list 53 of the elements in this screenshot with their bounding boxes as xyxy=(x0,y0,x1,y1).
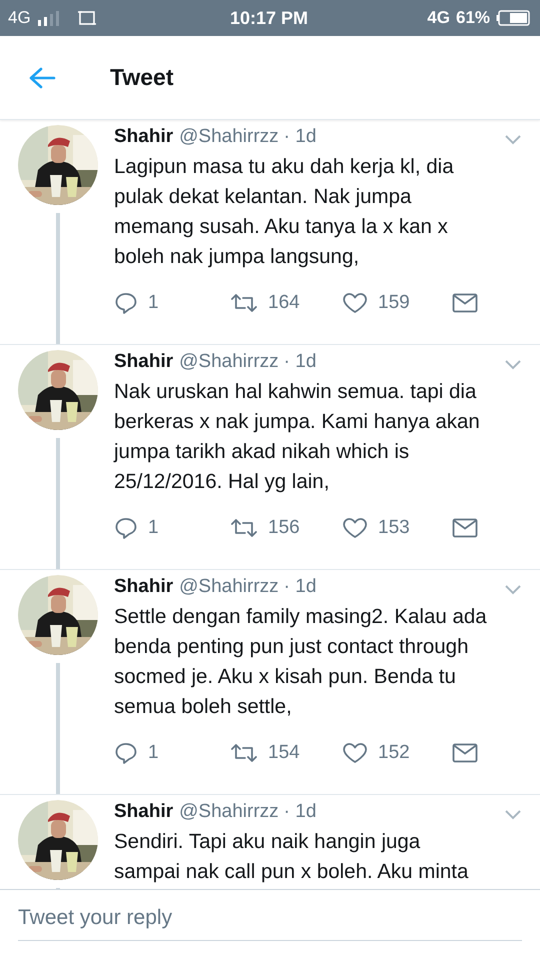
envelope-icon xyxy=(452,518,478,538)
speech-bubble-icon xyxy=(114,516,138,540)
user-name: Shahir xyxy=(114,576,174,598)
user-handle: @Shahirrzz xyxy=(179,576,279,598)
retweet-button[interactable]: 164 xyxy=(230,292,342,314)
tweet-time: · 1d xyxy=(284,126,316,148)
reply-button[interactable]: 1 xyxy=(114,516,230,540)
message-button[interactable] xyxy=(452,518,478,538)
user-name: Shahir xyxy=(114,126,174,148)
message-button[interactable] xyxy=(452,743,478,763)
chevron-icon[interactable] xyxy=(504,584,522,595)
tweet-text: Sendiri. Tapi aku naik hangin juga sampai nak call pun x boleh. Aku minta xyxy=(114,829,470,885)
retweet-icon xyxy=(230,742,258,764)
clock: 10:17 PM xyxy=(230,8,308,28)
battery-icon xyxy=(496,10,530,26)
chevron-icon[interactable] xyxy=(504,134,522,145)
retweet-icon xyxy=(230,517,258,539)
envelope-icon xyxy=(452,743,478,763)
tweet-time: · 1d xyxy=(284,351,316,373)
heart-icon xyxy=(342,292,368,314)
like-button[interactable]: 153 xyxy=(342,517,452,539)
retweet-icon xyxy=(230,292,258,314)
chevron-icon[interactable] xyxy=(504,809,522,820)
user-handle: @Shahirrzz xyxy=(179,351,279,373)
chevron-icon[interactable] xyxy=(504,359,522,370)
like-button[interactable]: 159 xyxy=(342,292,452,314)
tweet-text: Nak uruskan hal kahwin semua. tapi dia berkeras x nak jumpa. Kami hanya akan jumpa tarikh akad nikah which is 25/12/2016. Hal yg lain, xyxy=(114,379,481,495)
tweet-text: Settle dengan family masing2. Kalau ada benda penting pun just contact through socmed je. Aku x kisah pun. Benda tu semua boleh settle, xyxy=(114,604,488,720)
speech-bubble-icon xyxy=(114,741,138,765)
battery-percent: 61% xyxy=(456,8,490,28)
user-name: Shahir xyxy=(114,351,174,373)
user-name: Shahir xyxy=(114,801,174,823)
speech-bubble-icon xyxy=(114,291,138,315)
message-button[interactable] xyxy=(452,293,478,313)
user-handle: @Shahirrzz xyxy=(179,801,279,823)
reply-button[interactable]: 1 xyxy=(114,291,230,315)
tweet-time: · 1d xyxy=(284,576,316,598)
screenshot-icon xyxy=(76,9,97,27)
network-label: 4G xyxy=(8,8,31,28)
reply-button[interactable]: 1 xyxy=(114,741,230,765)
network-label: 4G xyxy=(427,8,450,28)
envelope-icon xyxy=(452,293,478,313)
like-button[interactable]: 152 xyxy=(342,742,452,764)
back-button[interactable] xyxy=(28,66,56,90)
user-handle: @Shahirrzz xyxy=(179,126,279,148)
tweet-time: · 1d xyxy=(284,801,316,823)
reply-field[interactable]: Tweet your reply xyxy=(18,902,522,941)
tweet-text: Lagipun masa tu aku dah kerja kl, dia pulak dekat kelantan. Nak jumpa memang susah. Aku tanya la x kan x boleh nak jumpa langsung, xyxy=(114,154,455,270)
page-title: Tweet xyxy=(110,64,174,91)
retweet-button[interactable]: 156 xyxy=(230,517,342,539)
heart-icon xyxy=(342,517,368,539)
retweet-button[interactable]: 154 xyxy=(230,742,342,764)
heart-icon xyxy=(342,742,368,764)
